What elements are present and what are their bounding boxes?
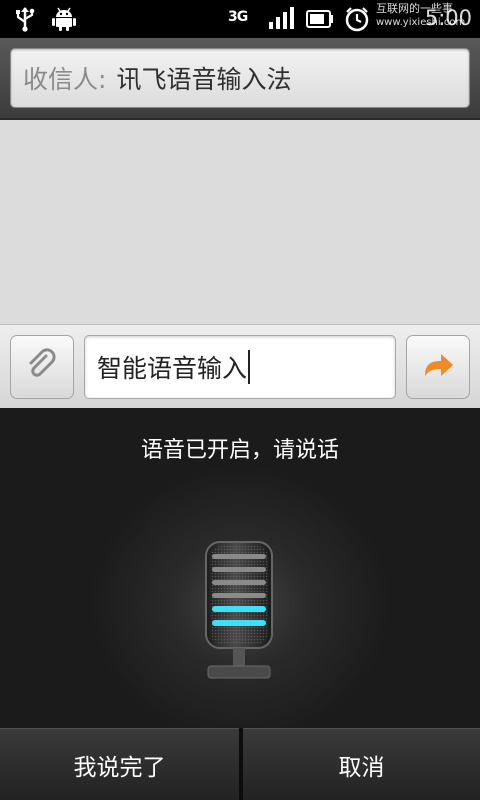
watermark-line2: www.yixieshi.com <box>376 17 466 28</box>
text-cursor <box>248 350 251 384</box>
3g-icon: 3G <box>228 9 248 25</box>
usb-icon <box>14 6 36 36</box>
send-button[interactable] <box>406 335 470 399</box>
status-bar: 3G 5:00 互联网的一些事 www.yixieshi.com <box>0 0 480 38</box>
message-input-value: 智能语音输入 <box>97 354 248 383</box>
send-arrow-icon <box>421 350 455 384</box>
recipient-value[interactable]: 讯飞语音输入法 <box>116 60 291 96</box>
alarm-icon <box>344 6 370 36</box>
recipient-field[interactable]: 收信人: 讯飞语音输入法 <box>10 48 470 108</box>
voice-input-panel: 语音已开启，请说话 <box>0 408 480 728</box>
cancel-button[interactable]: 取消 <box>243 728 480 800</box>
recipient-header: 收信人: 讯飞语音输入法 <box>0 38 480 120</box>
microphone-icon[interactable] <box>190 536 290 690</box>
watermark-line1: 互联网的一些事 <box>376 2 453 15</box>
signal-icon <box>268 6 294 34</box>
android-debug-icon <box>52 6 76 36</box>
battery-icon <box>306 10 334 32</box>
voice-status-text: 语音已开启，请说话 <box>140 438 339 463</box>
message-thread <box>0 120 480 324</box>
voice-action-bar: 我说完了 取消 <box>0 728 480 800</box>
attach-button[interactable] <box>10 335 74 399</box>
paperclip-icon <box>24 347 60 387</box>
recipient-label: 收信人: <box>23 65 107 94</box>
done-speaking-button[interactable]: 我说完了 <box>0 728 239 800</box>
watermark: 互联网的一些事 www.yixieshi.com <box>376 2 480 30</box>
message-input[interactable]: 智能语音输入 <box>84 335 396 399</box>
compose-bar: 智能语音输入 <box>0 324 480 408</box>
